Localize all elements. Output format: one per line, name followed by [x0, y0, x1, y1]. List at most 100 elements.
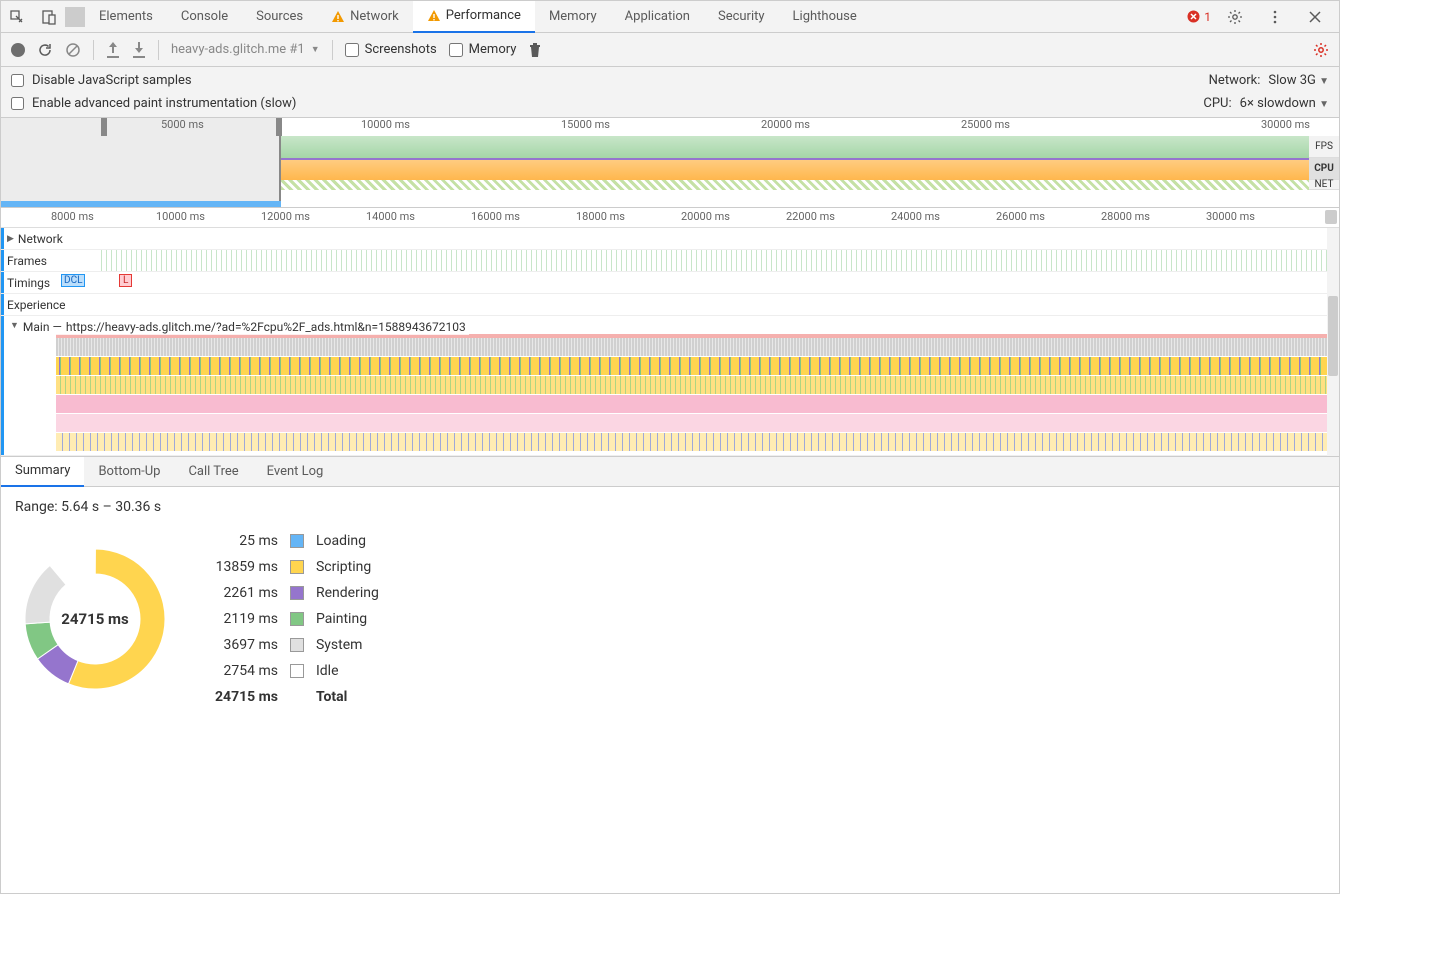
legend-ms: 2119 ms — [215, 611, 278, 627]
net-label: NET — [1309, 180, 1339, 190]
overview-tick: 30000 ms — [1261, 118, 1310, 131]
fps-band — [281, 136, 1309, 158]
legend-ms: 2261 ms — [215, 585, 278, 601]
save-profile-button[interactable] — [132, 42, 146, 58]
recording-selector[interactable]: heavy-ads.glitch.me #1 ▼ — [171, 42, 320, 57]
legend-name: Painting — [316, 611, 379, 627]
timeline-overview[interactable]: 5000 ms 10000 ms 15000 ms 20000 ms 25000 ms 3… — [1, 118, 1339, 208]
tab-network[interactable]: Network — [317, 1, 413, 33]
tab-lighthouse[interactable]: Lighthouse — [779, 1, 871, 33]
network-throttle-label: Network: — [1209, 73, 1261, 88]
details-tab-summary[interactable]: Summary — [1, 457, 84, 487]
enable-paint-checkbox[interactable]: Enable advanced paint instrumentation (s… — [11, 96, 296, 111]
legend-name: Scripting — [316, 559, 379, 575]
overview-tick: 25000 ms — [961, 118, 1010, 131]
overview-selection[interactable] — [1, 118, 281, 207]
tab-memory[interactable]: Memory — [535, 1, 611, 33]
legend-ms: 25 ms — [215, 533, 278, 549]
reload-button[interactable] — [37, 42, 53, 58]
ruler-tick: 18000 ms — [576, 210, 625, 223]
load-marker[interactable]: L — [119, 274, 132, 287]
selection-handle-left[interactable] — [101, 118, 107, 136]
legend-swatch — [290, 664, 304, 678]
ruler-tick: 22000 ms — [786, 210, 835, 223]
tab-application[interactable]: Application — [611, 1, 704, 33]
details-tab-event-log[interactable]: Event Log — [253, 457, 338, 487]
performance-toolbar: heavy-ads.glitch.me #1 ▼ Screenshots Mem… — [1, 33, 1339, 67]
net-band — [281, 180, 1309, 190]
summary-donut-chart: 24715 ms — [15, 539, 175, 699]
overview-tick: 5000 ms — [161, 118, 204, 131]
ruler-tick: 20000 ms — [681, 210, 730, 223]
tab-performance[interactable]: Performance — [413, 1, 535, 33]
ruler-tick: 8000 ms — [51, 210, 94, 223]
legend-swatch — [290, 612, 304, 626]
ruler-tick: 14000 ms — [366, 210, 415, 223]
capture-settings-panel: Disable JavaScript samples Network: Slow… — [1, 67, 1339, 118]
flame-chart[interactable] — [56, 338, 1327, 452]
overview-tick: 15000 ms — [561, 118, 610, 131]
capture-settings-gear-icon[interactable] — [1313, 42, 1329, 58]
error-count: 1 — [1204, 10, 1211, 24]
tab-console[interactable]: Console — [167, 1, 242, 33]
cpu-label: CPU — [1309, 158, 1339, 180]
details-tab-bottom-up[interactable]: Bottom-Up — [84, 457, 174, 487]
tracks-vertical-scrollbar[interactable] — [1327, 228, 1339, 456]
ruler-tick: 24000 ms — [891, 210, 940, 223]
timeline-ruler[interactable]: 8000 ms10000 ms12000 ms14000 ms16000 ms1… — [1, 208, 1339, 228]
summary-panel: Range: 5.64 s – 30.36 s 24715 ms 25 msLo… — [1, 487, 1339, 717]
inspect-icon[interactable] — [1, 1, 33, 33]
devtools-tabbar: ElementsConsoleSourcesNetworkPerformance… — [1, 1, 1339, 33]
ruler-tick: 28000 ms — [1101, 210, 1150, 223]
legend-name: System — [316, 637, 379, 653]
timings-track[interactable]: Timings DCL L — [1, 272, 1339, 294]
cpu-band — [281, 158, 1309, 180]
selection-handle-right[interactable] — [276, 118, 282, 136]
cpu-throttle-select[interactable]: 6× slowdown ▼ — [1240, 96, 1329, 111]
close-devtools-icon[interactable] — [1299, 1, 1331, 33]
details-tabbar: SummaryBottom-UpCall TreeEvent Log — [1, 457, 1339, 487]
error-badge[interactable]: 1 — [1187, 10, 1211, 24]
frames-track[interactable]: Frames — [1, 250, 1339, 272]
tab-sources[interactable]: Sources — [242, 1, 317, 33]
overview-tick: 10000 ms — [361, 118, 410, 131]
clear-button[interactable] — [65, 42, 81, 58]
more-menu-icon[interactable] — [1259, 1, 1291, 33]
network-throttle-select[interactable]: Slow 3G ▼ — [1268, 73, 1329, 88]
experience-track[interactable]: Experience — [1, 294, 1339, 316]
legend-ms: 3697 ms — [215, 637, 278, 653]
legend-swatch — [290, 560, 304, 574]
network-track[interactable]: ▶Network — [1, 228, 1339, 250]
legend-name: Idle — [316, 663, 379, 679]
cpu-throttle-label: CPU: — [1203, 96, 1231, 111]
screenshots-checkbox[interactable]: Screenshots — [345, 42, 437, 57]
legend-name: Loading — [316, 533, 379, 549]
legend-ms: 2754 ms — [215, 663, 278, 679]
overview-heap-bar — [1, 201, 281, 207]
disable-js-samples-checkbox[interactable]: Disable JavaScript samples — [11, 73, 192, 88]
main-thread-track[interactable]: ▼Main — https://heavy-ads.glitch.me/?ad=… — [1, 316, 1339, 456]
load-profile-button[interactable] — [106, 42, 120, 58]
tab-security[interactable]: Security — [704, 1, 779, 33]
legend-name: Rendering — [316, 585, 379, 601]
donut-center-label: 24715 ms — [15, 539, 175, 699]
details-tab-call-tree[interactable]: Call Tree — [174, 457, 252, 487]
overview-tick: 20000 ms — [761, 118, 810, 131]
ruler-tick: 12000 ms — [261, 210, 310, 223]
garbage-collect-button[interactable] — [528, 42, 542, 58]
device-toggle-icon[interactable] — [33, 1, 65, 33]
ruler-tick: 10000 ms — [156, 210, 205, 223]
legend-swatch — [290, 586, 304, 600]
settings-gear-icon[interactable] — [1219, 1, 1251, 33]
record-button[interactable] — [11, 43, 25, 57]
tab-elements[interactable]: Elements — [85, 1, 167, 33]
dcl-marker[interactable]: DCL — [61, 274, 85, 287]
ruler-tick: 30000 ms — [1206, 210, 1255, 223]
horizontal-scroll-thumb[interactable] — [1325, 210, 1337, 224]
ruler-tick: 26000 ms — [996, 210, 1045, 223]
timeline-tracks: ▶Network Frames Timings DCL L Experience… — [1, 228, 1339, 457]
legend-swatch — [290, 534, 304, 548]
memory-checkbox[interactable]: Memory — [449, 42, 517, 57]
vertical-scroll-thumb[interactable] — [1328, 296, 1338, 376]
summary-legend: 25 msLoading13859 msScripting2261 msRend… — [215, 533, 379, 705]
